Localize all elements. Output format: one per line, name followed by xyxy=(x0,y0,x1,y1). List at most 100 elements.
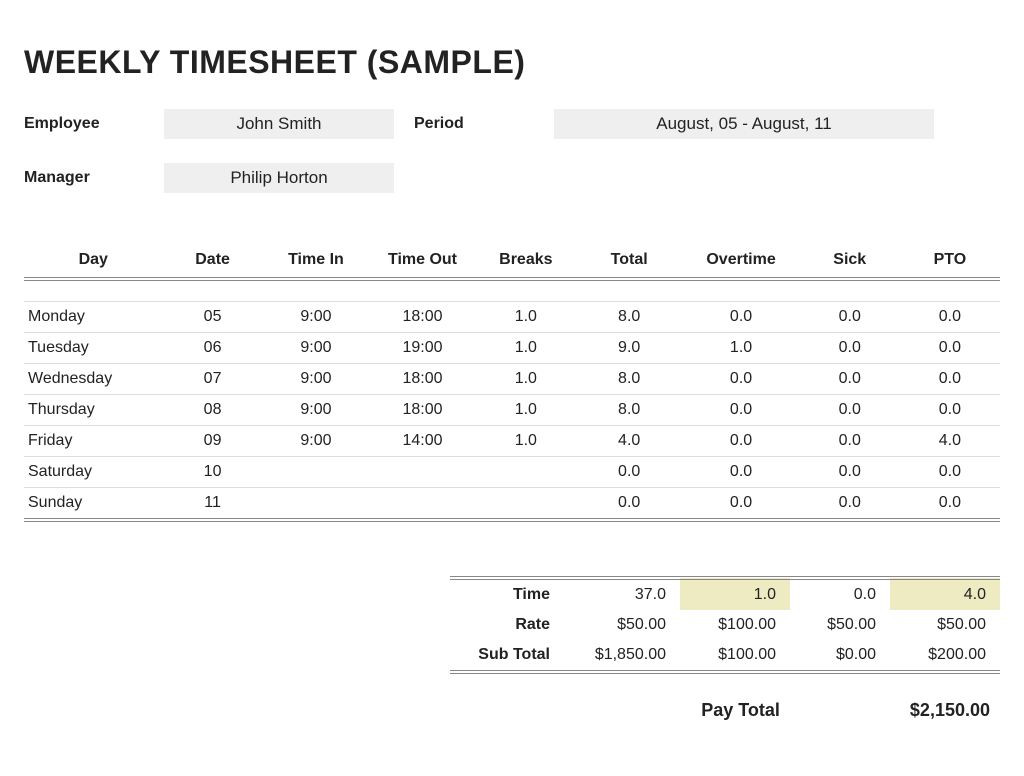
employee-label: Employee xyxy=(24,115,144,133)
cell-time-in: 9:00 xyxy=(263,301,370,332)
cell-breaks: 1.0 xyxy=(476,363,576,394)
col-date: Date xyxy=(163,243,263,279)
table-row: Thursday089:0018:001.08.00.00.00.0 xyxy=(24,394,1000,425)
table-row: Wednesday079:0018:001.08.00.00.00.0 xyxy=(24,363,1000,394)
table-row: Sunday110.00.00.00.0 xyxy=(24,487,1000,520)
cell-day: Sunday xyxy=(24,487,163,520)
cell-breaks: 1.0 xyxy=(476,332,576,363)
cell-date: 05 xyxy=(163,301,263,332)
cell-day: Tuesday xyxy=(24,332,163,363)
col-day: Day xyxy=(24,243,163,279)
cell-overtime: 0.0 xyxy=(682,394,799,425)
meta-grid: Employee John Smith Period August, 05 - … xyxy=(24,109,1000,193)
cell-date: 09 xyxy=(163,425,263,456)
cell-sick: 0.0 xyxy=(800,456,900,487)
cell-day: Wednesday xyxy=(24,363,163,394)
cell-pto: 0.0 xyxy=(900,394,1000,425)
col-pto: PTO xyxy=(900,243,1000,279)
col-time-in: Time In xyxy=(263,243,370,279)
cell-total: 0.0 xyxy=(576,487,683,520)
table-row: Tuesday069:0019:001.09.01.00.00.0 xyxy=(24,332,1000,363)
cell-total: 8.0 xyxy=(576,394,683,425)
cell-breaks xyxy=(476,456,576,487)
cell-date: 11 xyxy=(163,487,263,520)
cell-time-out: 18:00 xyxy=(369,394,476,425)
cell-total: 8.0 xyxy=(576,363,683,394)
cell-total: 4.0 xyxy=(576,425,683,456)
employee-value: John Smith xyxy=(164,109,394,139)
cell-time-in: 9:00 xyxy=(263,394,370,425)
cell-overtime: 0.0 xyxy=(682,301,799,332)
cell-overtime: 1.0 xyxy=(682,332,799,363)
cell-date: 07 xyxy=(163,363,263,394)
summary-rate-sick: $50.00 xyxy=(790,610,890,640)
col-sick: Sick xyxy=(800,243,900,279)
cell-sick: 0.0 xyxy=(800,394,900,425)
cell-time-out: 19:00 xyxy=(369,332,476,363)
summary-rate-pto: $50.00 xyxy=(890,610,1000,640)
cell-pto: 0.0 xyxy=(900,456,1000,487)
cell-time-out: 14:00 xyxy=(369,425,476,456)
summary-subtotal-pto: $200.00 xyxy=(890,640,1000,672)
summary-time-row: Time 37.0 1.0 0.0 4.0 xyxy=(450,578,1000,610)
cell-pto: 0.0 xyxy=(900,487,1000,520)
summary-time-pto: 4.0 xyxy=(890,578,1000,610)
table-header-row: Day Date Time In Time Out Breaks Total O… xyxy=(24,243,1000,279)
cell-sick: 0.0 xyxy=(800,301,900,332)
cell-day: Monday xyxy=(24,301,163,332)
cell-total: 0.0 xyxy=(576,456,683,487)
cell-pto: 0.0 xyxy=(900,363,1000,394)
col-overtime: Overtime xyxy=(682,243,799,279)
cell-overtime: 0.0 xyxy=(682,425,799,456)
cell-sick: 0.0 xyxy=(800,363,900,394)
summary-rate-total: $50.00 xyxy=(570,610,680,640)
summary-time-ot: 1.0 xyxy=(680,578,790,610)
page-title: WEEKLY TIMESHEET (SAMPLE) xyxy=(24,44,1000,81)
cell-time-in xyxy=(263,487,370,520)
summary-subtotal-ot: $100.00 xyxy=(680,640,790,672)
cell-time-out xyxy=(369,456,476,487)
summary-rate-label: Rate xyxy=(450,610,570,640)
cell-pto: 4.0 xyxy=(900,425,1000,456)
cell-total: 8.0 xyxy=(576,301,683,332)
summary-table: Time 37.0 1.0 0.0 4.0 Rate $50.00 $100.0… xyxy=(450,576,1000,674)
cell-time-in: 9:00 xyxy=(263,332,370,363)
period-value: August, 05 - August, 11 xyxy=(554,109,934,139)
cell-time-out: 18:00 xyxy=(369,301,476,332)
cell-day: Friday xyxy=(24,425,163,456)
summary-subtotal-label: Sub Total xyxy=(450,640,570,672)
table-row: Monday059:0018:001.08.00.00.00.0 xyxy=(24,301,1000,332)
cell-sick: 0.0 xyxy=(800,487,900,520)
cell-pto: 0.0 xyxy=(900,332,1000,363)
table-row: Saturday100.00.00.00.0 xyxy=(24,456,1000,487)
cell-day: Saturday xyxy=(24,456,163,487)
cell-breaks xyxy=(476,487,576,520)
cell-time-in: 9:00 xyxy=(263,363,370,394)
cell-time-in xyxy=(263,456,370,487)
cell-time-out: 18:00 xyxy=(369,363,476,394)
cell-date: 08 xyxy=(163,394,263,425)
cell-breaks: 1.0 xyxy=(476,425,576,456)
timesheet-table: Day Date Time In Time Out Breaks Total O… xyxy=(24,243,1000,522)
summary-subtotal-sick: $0.00 xyxy=(790,640,890,672)
cell-overtime: 0.0 xyxy=(682,456,799,487)
summary-subtotal-total: $1,850.00 xyxy=(570,640,680,672)
cell-breaks: 1.0 xyxy=(476,301,576,332)
cell-breaks: 1.0 xyxy=(476,394,576,425)
cell-overtime: 0.0 xyxy=(682,487,799,520)
cell-sick: 0.0 xyxy=(800,332,900,363)
cell-time-out xyxy=(369,487,476,520)
summary-rate-ot: $100.00 xyxy=(680,610,790,640)
cell-sick: 0.0 xyxy=(800,425,900,456)
manager-label: Manager xyxy=(24,169,144,187)
pay-total-value: $2,150.00 xyxy=(910,700,990,721)
summary-time-label: Time xyxy=(450,578,570,610)
summary-subtotal-row: Sub Total $1,850.00 $100.00 $0.00 $200.0… xyxy=(450,640,1000,672)
summary-rate-row: Rate $50.00 $100.00 $50.00 $50.00 xyxy=(450,610,1000,640)
cell-date: 10 xyxy=(163,456,263,487)
col-time-out: Time Out xyxy=(369,243,476,279)
cell-date: 06 xyxy=(163,332,263,363)
period-label: Period xyxy=(414,115,534,133)
table-row: Friday099:0014:001.04.00.00.04.0 xyxy=(24,425,1000,456)
manager-value: Philip Horton xyxy=(164,163,394,193)
